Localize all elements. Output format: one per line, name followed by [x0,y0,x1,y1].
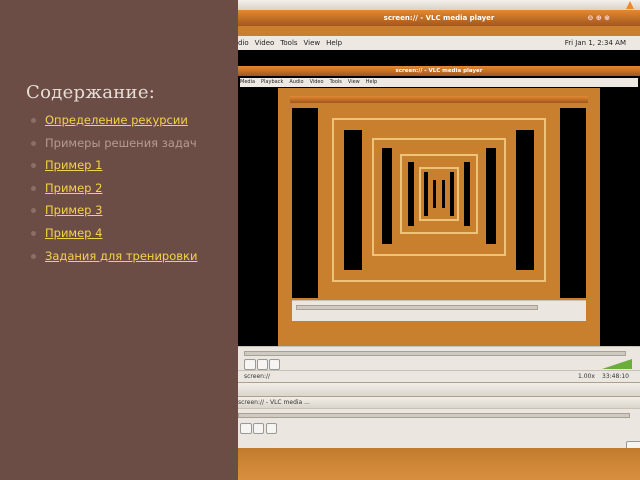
playlist-icon[interactable] [269,359,280,370]
stop-icon[interactable] [257,359,268,370]
toc-item-example-4[interactable]: Пример 4 [30,223,197,246]
inner-menu-item: Media [240,79,256,85]
volume-icon[interactable] [602,359,632,369]
outer-seek [238,413,630,418]
toc-link[interactable]: Пример 1 [45,158,102,172]
inner-menu-item: Audio [289,79,304,85]
status-source: screen:// [244,373,271,380]
inner-menu-item: Video [309,79,324,85]
toc-item-example-1[interactable]: Пример 1 [30,155,197,178]
bottom-panel [238,382,640,397]
playlist-icon[interactable] [266,423,277,434]
slide-content-panel: Содержание: Определение рекурсии Примеры… [0,0,238,480]
play-pause-icon[interactable] [244,359,256,370]
nested-video [344,130,534,270]
nested-video [382,148,496,244]
play-pause-icon[interactable] [240,423,252,434]
vlc-cone-icon [626,1,634,9]
toc-link[interactable]: Пример 2 [45,181,102,195]
recursive-frame [278,88,600,346]
toc-item-example-2[interactable]: Пример 2 [30,178,197,201]
toc-link[interactable]: Определение рекурсии [45,113,188,127]
elapsed-time: 33:48:10 [602,373,629,380]
window-controls[interactable]: ⊖ ⊕ ⊗ [588,10,610,26]
menu-item[interactable]: View [304,39,321,47]
inner-title: screen:// - VLC media player [395,68,483,74]
toc-link[interactable]: Задания для тренировки [45,249,197,263]
inner-menu-item: View [347,79,360,85]
video-area: screen:// - VLC media player Media Playba… [238,50,640,346]
inner-menu-bar: Media Playback Audio Video Tools View Help [240,78,638,87]
nested-video [424,172,454,216]
nested-frame [436,180,442,208]
playback-speed[interactable]: 1.00x [578,373,595,380]
vlc-screenshot: screen:// - VLC media player ⊖ ⊕ ⊗ dio Vi… [238,0,640,480]
gap [238,26,640,36]
toc-item-exercises[interactable]: Задания для тренировки [30,246,197,269]
nested-controls [292,300,586,321]
toc-title: Содержание: [26,82,156,103]
task-item[interactable]: screen:// - VLC media ... [238,399,310,406]
toc-link[interactable]: Пример 4 [45,226,102,240]
toc-list: Определение рекурсии Примеры решения зад… [30,110,197,268]
nested-video [292,108,586,298]
menu-item[interactable]: dio [238,39,249,47]
bottom-frame [238,448,640,480]
window-title: screen:// - VLC media player [383,14,495,22]
inner-menu-item: Playback [261,79,284,85]
menu-bar: dio Video Tools View Help Fri Jan 1, 2:34 AM [238,36,640,50]
toc-link[interactable]: Пример 3 [45,203,102,217]
inner-menu-item: Help [365,79,378,85]
menu-item[interactable]: Video [255,39,275,47]
nested-titlebar [290,96,588,103]
nested-frame [414,162,464,226]
window-titlebar: screen:// - VLC media player ⊖ ⊕ ⊗ [238,10,640,26]
toc-item-example-3[interactable]: Пример 3 [30,200,197,223]
toc-item-recursion-definition[interactable]: Определение рекурсии [30,110,197,133]
clock: Fri Jan 1, 2:34 AM [564,39,626,47]
nested-frame [428,172,450,216]
seek-slider[interactable] [244,351,626,356]
menu-item[interactable]: Help [326,39,342,47]
inner-menu-item: Tools [329,79,342,85]
inner-video [238,88,640,346]
inner-titlebar: screen:// - VLC media player [238,66,640,76]
controls-bar [238,346,640,371]
nested-seek [296,305,538,310]
toc-item-examples-heading: Примеры решения задач [30,133,197,156]
nested-video [433,180,445,208]
nested-video [408,162,470,226]
nested-frame [362,130,516,270]
outer-controls [238,408,640,451]
nested-frame [318,108,560,298]
menu-item[interactable]: Tools [280,39,297,47]
toc-text: Примеры решения задач [45,135,197,150]
nested-frame [392,148,486,244]
stop-icon[interactable] [253,423,264,434]
